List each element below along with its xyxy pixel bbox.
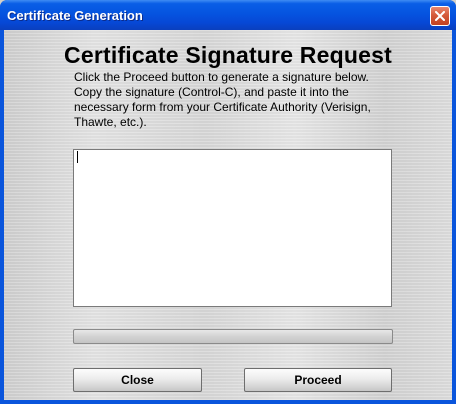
title-bar[interactable]: Certificate Generation: [0, 0, 456, 30]
page-title: Certificate Signature Request: [64, 42, 392, 68]
text-caret: [77, 151, 78, 163]
close-icon: [435, 11, 445, 21]
signature-textarea[interactable]: [73, 149, 392, 307]
close-button[interactable]: Close: [73, 368, 202, 392]
dialog-panel: Certificate Signature Request Click the …: [4, 30, 452, 400]
certificate-generation-window: Certificate Generation Certificate Signa…: [0, 0, 456, 404]
progress-bar: [73, 329, 393, 344]
instructions-text: Click the Proceed button to generate a s…: [74, 70, 371, 129]
window-title: Certificate Generation: [7, 8, 143, 23]
proceed-button[interactable]: Proceed: [244, 368, 392, 392]
window-close-button[interactable]: [430, 6, 450, 26]
